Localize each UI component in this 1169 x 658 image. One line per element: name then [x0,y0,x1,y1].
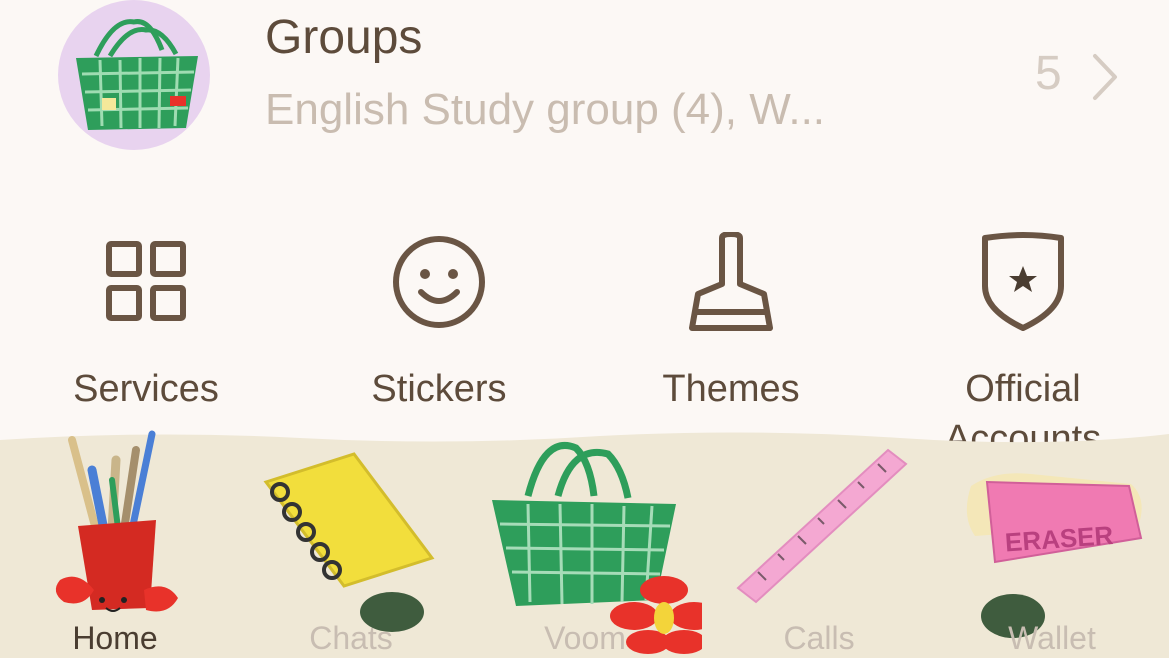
services-button[interactable]: Services [46,228,246,448]
group-avatar [58,0,210,150]
themes-label: Themes [662,368,800,410]
groups-row[interactable]: Groups English Study group (4), W... 5 [0,0,1169,170]
brush-icon [689,232,773,331]
groups-title: Groups [265,11,423,64]
tab-wallet[interactable]: ERASER Wallet [935,420,1169,658]
services-label: Services [73,368,219,410]
groups-subtitle: English Study group (4), W... [265,85,826,134]
stickers-label: Stickers [371,368,507,410]
tab-chats-label: Chats [309,620,393,656]
eraser-label: ERASER [1004,520,1114,558]
tab-voom[interactable]: Voom [468,420,702,658]
official-accounts-button[interactable]: Official Accounts [923,228,1123,460]
tab-bar: Home Chats Voom Calls ERASER Wallet [0,420,1169,658]
tab-calls-label: Calls [783,620,855,656]
basket-icon [76,19,198,130]
tab-wallet-label: Wallet [1008,620,1096,656]
grid-icon [106,241,186,321]
themes-button[interactable]: Themes [631,228,831,448]
tab-calls[interactable]: Calls [702,420,936,658]
chevron-right-icon [1093,54,1117,100]
tab-voom-label: Voom [544,620,626,656]
smiley-icon [393,236,485,328]
groups-count: 5 [1035,47,1062,100]
shield-star-icon [982,232,1064,331]
tab-chats[interactable]: Chats [234,420,468,658]
tab-home[interactable]: Home [0,420,234,658]
tab-home-label: Home [72,620,158,656]
stickers-button[interactable]: Stickers [339,228,539,448]
